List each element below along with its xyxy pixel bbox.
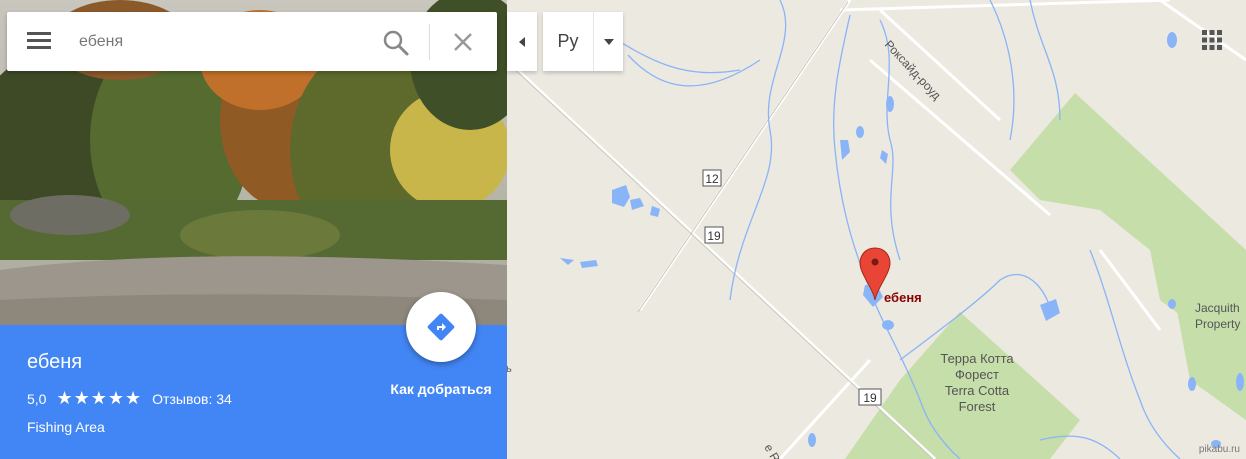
svg-text:19: 19 (863, 391, 877, 405)
search-icon[interactable] (381, 28, 411, 58)
search-box (7, 12, 497, 71)
directions-button[interactable] (406, 292, 476, 362)
search-input[interactable] (79, 26, 369, 58)
svg-text:12: 12 (705, 172, 719, 186)
svg-text:Forest: Forest (959, 399, 996, 414)
rating-value: 5,0 (27, 390, 47, 407)
directions-label[interactable]: Как добраться (390, 380, 492, 399)
marker-label[interactable]: ебеня (884, 290, 922, 305)
road-shield-19-south: 19 (858, 388, 882, 406)
close-icon[interactable] (449, 28, 477, 56)
apps-grid-icon[interactable] (1200, 28, 1224, 52)
directions-icon (427, 313, 455, 341)
svg-text:Форест: Форест (955, 367, 999, 382)
collapse-panel-button[interactable] (507, 12, 537, 71)
language-value[interactable]: Ру (543, 31, 593, 52)
rating-row: 5,0 ★★★★★ Отзывов: 34 (27, 388, 232, 409)
place-title: ебеня (27, 351, 83, 373)
menu-icon[interactable] (27, 28, 55, 56)
language-select[interactable]: Ру (543, 12, 623, 71)
svg-text:19: 19 (707, 229, 721, 243)
road-shield-12: 12 (702, 169, 722, 187)
search-divider (429, 24, 430, 60)
caret-down-icon[interactable] (594, 38, 623, 46)
reviews-link[interactable]: Отзывов: 34 (152, 391, 232, 407)
star-rating-icon: ★★★★★ (56, 388, 143, 408)
svg-text:Jacquith: Jacquith (1195, 301, 1240, 315)
road-shield-19: 19 (704, 226, 724, 244)
svg-text:Терра Котта: Терра Котта (940, 351, 1014, 366)
svg-text:Property: Property (1195, 317, 1240, 331)
svg-text:Terra Cotta: Terra Cotta (945, 383, 1010, 398)
triangle-left-icon (519, 36, 525, 47)
watermark: pikabu.ru (1198, 444, 1240, 455)
place-category[interactable]: Fishing Area (27, 419, 105, 435)
